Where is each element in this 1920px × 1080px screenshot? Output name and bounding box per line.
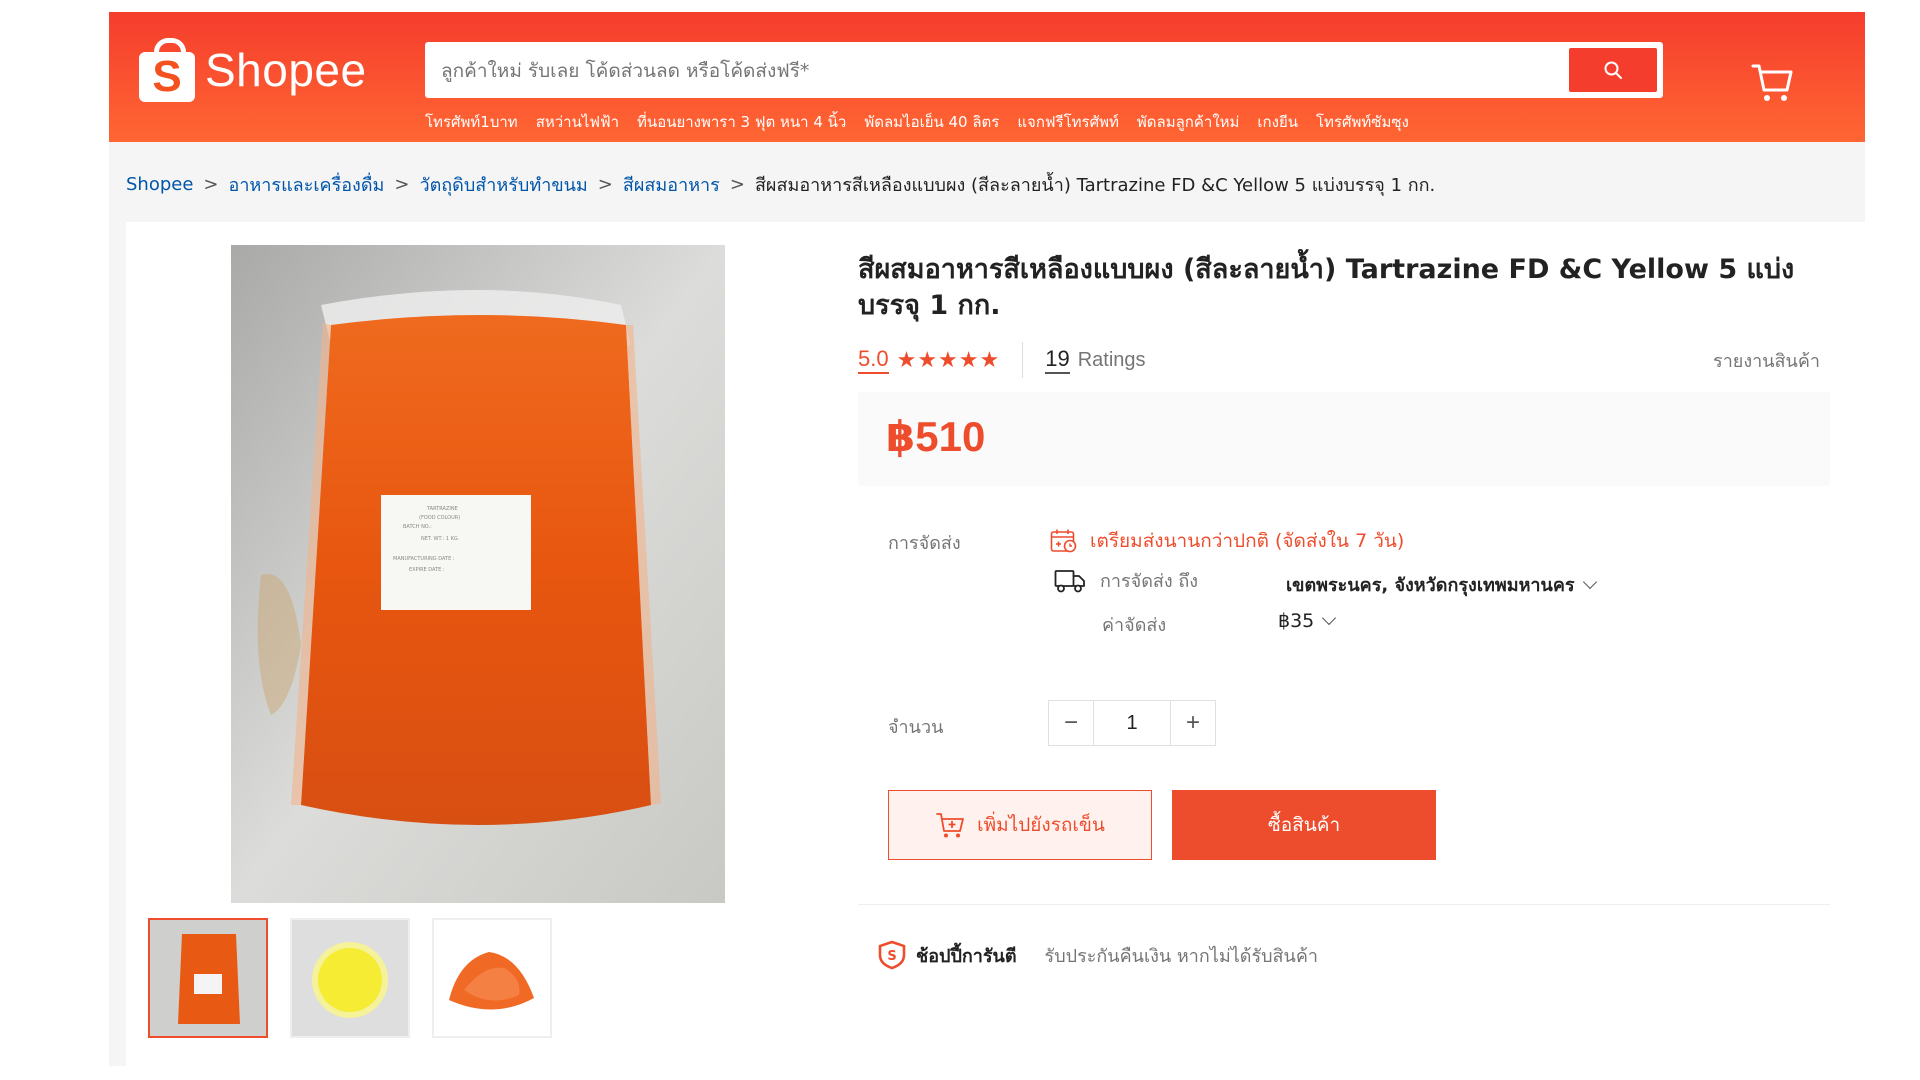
search-icon	[1604, 61, 1622, 79]
star-rating-icon: ★★★★★	[896, 347, 1001, 372]
thumbnail-yellow-liquid-image	[292, 920, 408, 1036]
buy-now-button[interactable]: ซื้อสินค้า	[1172, 790, 1436, 860]
guarantee-text: รับประกันคืนเงิน หากไม่ได้รับสินค้า	[1044, 945, 1318, 967]
chevron-right-icon: >	[597, 174, 613, 195]
shopping-cart-icon	[1751, 64, 1793, 101]
divider	[858, 904, 1830, 905]
search-button[interactable]	[1569, 48, 1657, 92]
thumbnail-1[interactable]	[148, 918, 268, 1038]
delivery-truck-icon	[1054, 569, 1085, 592]
breadcrumb-link[interactable]: วัตถุดิบสำหรับทำขนม	[419, 170, 587, 199]
logo-text: Shopee	[205, 44, 367, 96]
quick-links: โทรศัพท์1บาท สหว่านไฟฟ้า ที่นอนยางพารา 3…	[425, 110, 1409, 134]
shipping-fee-label: ค่าจัดส่ง	[1102, 615, 1167, 636]
label-text: EXPIRE DATE :	[409, 567, 445, 573]
shipping-destination: เขตพระนคร, จังหวัดกรุงเทพมหานคร	[1286, 575, 1575, 596]
quick-link[interactable]: แจกฟรีโทรศัพท์	[1017, 110, 1119, 134]
shipping-to: การจัดส่ง ถึง	[1054, 566, 1198, 595]
shipping-warning: เตรียมส่งนานกว่าปกติ (จัดส่งใน 7 วัน)	[1050, 526, 1404, 556]
breadcrumb-link[interactable]: อาหารและเครื่องดื่ม	[229, 170, 385, 199]
rating-score[interactable]: 5.0	[858, 346, 889, 374]
label-text: NET. WT.: 1 KG.	[421, 536, 460, 542]
quick-link[interactable]: พัดลมไอเย็น 40 ลิตร	[864, 110, 999, 134]
shipping-fee: ฿35	[1278, 610, 1315, 632]
breadcrumb-current: สีผสมอาหารสีเหลืองแบบผง (สีละลายน้ำ) Tar…	[754, 175, 1436, 196]
product-main-image[interactable]: TARTRAZINE (FOOD COLOUR) BATCH NO.: NET.…	[231, 245, 725, 903]
quick-link[interactable]: เกงยีน	[1257, 110, 1298, 134]
top-header: S Shopee โทรศัพท์1บาท สหว่านไฟฟ้า ที่นอน…	[109, 12, 1865, 142]
shield-icon: S	[878, 940, 906, 970]
quick-link[interactable]: โทรศัพท์1บาท	[425, 110, 518, 134]
quantity-increase-button[interactable]: +	[1171, 701, 1215, 745]
add-to-cart-label: เพิ่มไปยังรถเข็น	[977, 814, 1105, 836]
add-to-cart-button[interactable]: เพิ่มไปยังรถเข็น	[888, 790, 1152, 860]
label-text: MANUFACTURING DATE :	[393, 556, 455, 562]
shipping-to-label: การจัดส่ง ถึง	[1100, 571, 1199, 592]
svg-text:S: S	[887, 949, 896, 964]
chevron-right-icon: >	[729, 174, 745, 195]
chevron-right-icon: >	[394, 174, 410, 195]
thumbnail-bag-image	[150, 920, 266, 1036]
ratings-count[interactable]: 19	[1045, 346, 1070, 374]
price-box: ฿510	[858, 392, 1830, 486]
quick-link[interactable]: ที่นอนยางพารา 3 ฟุต หนา 4 นิ้ว	[637, 110, 846, 134]
breadcrumb: Shopee > อาหารและเครื่องดื่ม > วัตถุดิบส…	[126, 170, 1435, 199]
product-title: สีผสมอาหารสีเหลืองแบบผง (สีละลายน้ำ) Tar…	[858, 254, 1795, 321]
cart-button[interactable]	[1749, 58, 1797, 106]
search-input[interactable]	[439, 42, 1493, 100]
product-price: ฿510	[886, 413, 986, 460]
breadcrumb-link[interactable]: สีผสมอาหาร	[623, 170, 720, 199]
thumbnail-orange-powder-image	[434, 920, 550, 1036]
shipping-warning-text: เตรียมส่งนานกว่าปกติ (จัดส่งใน 7 วัน)	[1090, 530, 1405, 552]
chevron-down-icon	[1322, 610, 1337, 626]
label-text: TARTRAZINE	[426, 506, 458, 512]
breadcrumb-link[interactable]: Shopee	[126, 174, 193, 195]
quantity-label: จำนวน	[888, 717, 944, 738]
quick-link[interactable]: โทรศัพท์ซัมซุง	[1316, 110, 1409, 134]
quick-link[interactable]: พัดลมลูกค้าใหม่	[1137, 110, 1240, 134]
ratings-label: Ratings	[1077, 348, 1146, 371]
divider	[1022, 342, 1024, 378]
thumbnail-strip	[148, 918, 552, 1038]
chevron-down-icon	[1582, 574, 1597, 589]
label-text: (FOOD COLOUR)	[419, 515, 460, 521]
thumbnail-3[interactable]	[432, 918, 552, 1038]
shipping-fee-dropdown[interactable]: ฿35	[1278, 610, 1337, 632]
quantity-decrease-button[interactable]: −	[1049, 701, 1093, 745]
quantity-input[interactable]: 1	[1093, 701, 1171, 745]
shopee-bag-icon: S	[139, 38, 195, 102]
add-to-cart-icon	[936, 813, 965, 838]
report-product-link[interactable]: รายงานสินค้า	[1713, 346, 1820, 375]
thumbnail-2[interactable]	[290, 918, 410, 1038]
shipping-destination-dropdown[interactable]: เขตพระนคร, จังหวัดกรุงเทพมหานคร	[1286, 570, 1597, 599]
product-photo: TARTRAZINE (FOOD COLOUR) BATCH NO.: NET.…	[231, 245, 725, 903]
search-bar	[425, 42, 1663, 100]
guarantee-title: ช้อปปี้การันตี	[916, 945, 1017, 967]
shipping-label: การจัดส่ง	[888, 533, 961, 554]
rating-row: 5.0 ★★★★★ 19 Ratings รายงานสินค้า	[858, 340, 1820, 380]
chevron-right-icon: >	[203, 174, 219, 195]
quick-link[interactable]: สหว่านไฟฟ้า	[536, 110, 619, 134]
calendar-clock-icon	[1050, 529, 1077, 553]
label-text: BATCH NO.:	[403, 524, 432, 530]
quantity-stepper: − 1 +	[1048, 700, 1216, 746]
shopee-logo[interactable]: S Shopee	[139, 38, 367, 102]
shopee-guarantee[interactable]: S ช้อปปี้การันตี รับประกันคืนเงิน หากไม่…	[878, 940, 1318, 970]
